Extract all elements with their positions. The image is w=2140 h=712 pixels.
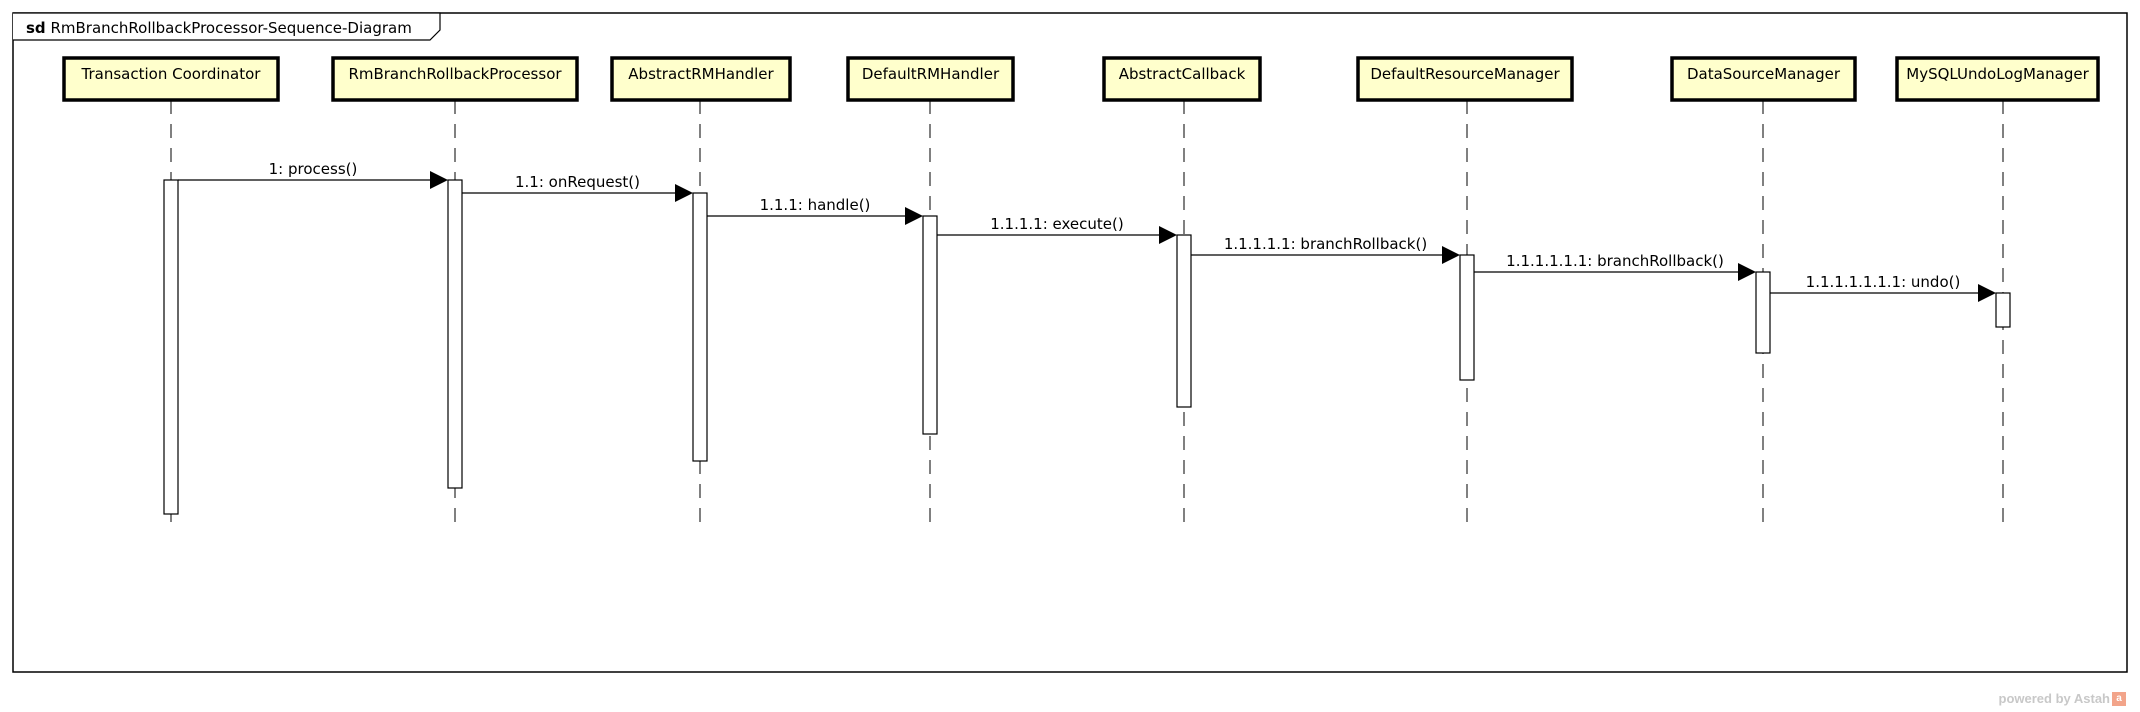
watermark-text: powered by Astah (1998, 691, 2110, 706)
message-label: 1: process() (269, 160, 358, 178)
lifeline-label: DefaultRMHandler (862, 65, 1000, 83)
lifeline-label: MySQLUndoLogManager (1906, 65, 2089, 83)
diagram-frame: sd RmBranchRollbackProcessor-Sequence-Di… (12, 12, 2128, 673)
diagram-name: RmBranchRollbackProcessor-Sequence-Diagr… (50, 19, 411, 37)
message-label: 1.1.1: handle() (760, 196, 871, 214)
message-label: 1.1.1.1.1.1.1: undo() (1806, 273, 1961, 291)
astah-watermark: powered by Astah a (1999, 691, 2126, 706)
message-label: 1.1: onRequest() (515, 173, 640, 191)
lifeline-label: DefaultResourceManager (1370, 65, 1560, 83)
lifeline-label: Transaction Coordinator (81, 65, 262, 83)
frame-border (12, 12, 2128, 673)
activation-bar-tc (163, 179, 179, 515)
message-label: 1.1.1.1: execute() (990, 215, 1123, 233)
lifeline-label: DataSourceManager (1687, 65, 1841, 83)
lifeline-label: AbstractRMHandler (628, 65, 774, 83)
activation-bar-arh (692, 192, 708, 462)
frame-title: sd RmBranchRollbackProcessor-Sequence-Di… (26, 19, 412, 37)
frame-keyword: sd (26, 19, 46, 37)
activation-bar-dsm (1755, 271, 1771, 354)
activation-bar-acb (1176, 234, 1192, 408)
activation-bar-rm (447, 179, 463, 489)
lifeline-label: RmBranchRollbackProcessor (348, 65, 562, 83)
activation-bar-mul (1995, 292, 2011, 328)
message-label: 1.1.1.1.1: branchRollback() (1224, 235, 1427, 253)
activation-bar-drh (922, 215, 938, 435)
lifeline-label: AbstractCallback (1119, 65, 1246, 83)
astah-logo-icon: a (2112, 691, 2126, 706)
message-label: 1.1.1.1.1.1: branchRollback() (1506, 252, 1724, 270)
activation-bar-drm (1459, 254, 1475, 381)
sequence-diagram: sd RmBranchRollbackProcessor-Sequence-Di… (12, 12, 2128, 673)
